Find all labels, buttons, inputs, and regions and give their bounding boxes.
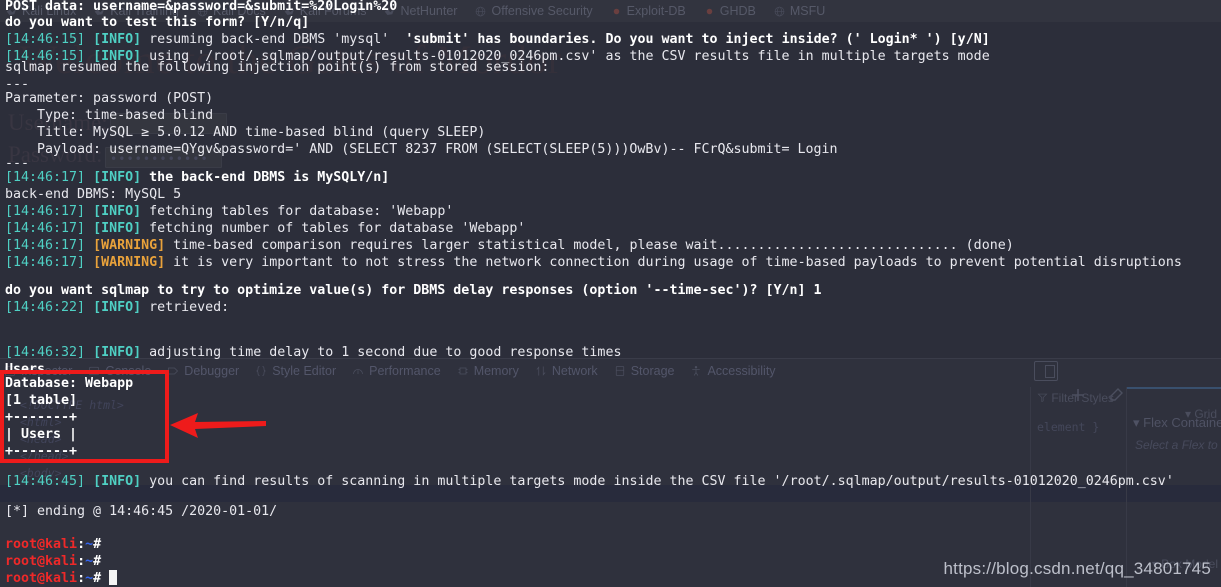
terminal-text-segment: [14:46:22]: [5, 300, 86, 315]
terminal-text-segment: you can find results of scanning in mult…: [141, 474, 1174, 489]
terminal-line: +-------+: [5, 443, 77, 460]
terminal-text-segment: [14:46:17]: [5, 204, 86, 219]
terminal-line: | Users |: [5, 426, 77, 443]
terminal-text-segment: [*] ending @ 14:46:45 /2020-01-01/: [5, 504, 278, 519]
prompt-user-host: root@kali: [5, 571, 78, 586]
terminal-line: [14:46:15] [INFO] resuming back-end DBMS…: [5, 31, 990, 48]
watermark-text: https://blog.csdn.net/qq_34801745: [943, 559, 1211, 578]
terminal-line: [14:46:17] [INFO] fetching number of tab…: [5, 220, 525, 237]
terminal-text-segment: time-based comparison requires larger st…: [165, 238, 1014, 253]
terminal-text-segment: [1 table]: [5, 393, 78, 408]
terminal-text-segment: [INFO]: [93, 474, 142, 489]
terminal-text-segment: it is very important to not stress the n…: [165, 255, 1182, 270]
terminal-text-segment: [14:46:17]: [5, 255, 86, 270]
terminal-text-segment: +-------+: [5, 410, 78, 425]
terminal-text-segment: | Users |: [5, 427, 78, 442]
terminal-text-segment: [14:46:45]: [5, 474, 86, 489]
terminal-line: [14:46:17] [WARNING] time-based comparis…: [5, 237, 1014, 254]
terminal-text-segment: [WARNING]: [93, 255, 166, 270]
prompt-separator: :: [77, 554, 86, 569]
terminal-text-segment: [14:46:17]: [5, 170, 86, 185]
prompt-symbol: #: [93, 554, 102, 569]
terminal-text-segment: [INFO]: [93, 170, 142, 185]
terminal-text-segment: Title: MySQL ≥ 5.0.12 AND time-based bli…: [5, 125, 486, 140]
terminal-text-segment: retrieved:: [141, 300, 230, 315]
terminal-line: Type: time-based blind: [5, 107, 213, 124]
terminal-line: [14:46:17] [INFO] fetching tables for da…: [5, 203, 453, 220]
terminal-text-segment: +-------+: [5, 444, 78, 459]
terminal-line: POST data: username=&password=&submit=%2…: [5, 0, 397, 15]
terminal-text-segment: 'submit' has boundaries. Do you want to …: [405, 32, 990, 47]
prompt-user-host: root@kali: [5, 537, 78, 552]
terminal-text-segment: [INFO]: [93, 221, 142, 236]
prompt-symbol: #: [93, 571, 102, 586]
terminal-line: back-end DBMS: MySQL 5: [5, 186, 181, 203]
terminal-line: [14:46:17] [WARNING] it is very importan…: [5, 254, 1182, 271]
terminal-line: [*] ending @ 14:46:45 /2020-01-01/: [5, 503, 277, 520]
terminal-text-segment: [14:46:17]: [5, 221, 86, 236]
prompt-user-host: root@kali: [5, 554, 78, 569]
prompt-symbol: #: [93, 537, 102, 552]
screenshot-root: Kali Linux Kali Training Kali Docs Kali …: [0, 0, 1221, 587]
terminal-text-segment: [INFO]: [93, 300, 142, 315]
terminal-text-segment: Database: Webapp: [5, 376, 134, 391]
terminal-text-segment: sqlmap resumed the following injection p…: [5, 60, 550, 75]
terminal-text-segment: POST data: username=&password=&submit=%2…: [5, 0, 398, 14]
text-cursor[interactable]: [109, 570, 118, 585]
terminal-text-segment: fetching number of tables for database '…: [141, 221, 526, 236]
terminal-text-segment: do you want to test this form? [Y/n/q]: [5, 15, 310, 30]
terminal-line: [14:46:45] [INFO] you can find results o…: [5, 473, 1174, 490]
prompt-separator: :: [77, 537, 86, 552]
terminal-line: sqlmap resumed the following injection p…: [5, 59, 549, 76]
prompt-path: ~: [85, 571, 94, 586]
terminal-line: do you want sqlmap to try to optimize va…: [5, 282, 822, 299]
terminal-text-segment: resuming back-end DBMS 'mysql': [141, 32, 406, 47]
terminal-text-segment: Parameter: password (POST): [5, 91, 214, 106]
terminal-line: [14:46:22] [INFO] retrieved:: [5, 299, 229, 316]
terminal-line: [14:46:32] [INFO] adjusting time delay t…: [5, 344, 621, 361]
terminal-text-segment: the back-end DBMS is MySQLY/n]: [141, 170, 390, 185]
prompt-separator: :: [77, 571, 86, 586]
terminal-line: +-------+: [5, 409, 77, 426]
terminal-text-segment: [14:46:32]: [5, 345, 86, 360]
terminal-text-segment: [14:46:17]: [5, 238, 86, 253]
terminal-text-segment: back-end DBMS: MySQL 5: [5, 187, 182, 202]
terminal-line: Title: MySQL ≥ 5.0.12 AND time-based bli…: [5, 124, 485, 141]
shell-prompt[interactable]: root@kali:~#: [5, 553, 101, 570]
terminal-text-segment: [INFO]: [93, 345, 142, 360]
terminal-text-segment: fetching tables for database: 'Webapp': [141, 204, 454, 219]
terminal-text-segment: [14:46:15]: [5, 32, 86, 47]
shell-prompt[interactable]: root@kali:~#: [5, 570, 118, 587]
terminal-text-segment: adjusting time delay to 1 second due to …: [141, 345, 622, 360]
terminal-text-segment: Type: time-based blind: [5, 108, 214, 123]
terminal-text-segment: [WARNING]: [93, 238, 166, 253]
terminal-line: Database: Webapp: [5, 375, 133, 392]
terminal-line: do you want to test this form? [Y/n/q]: [5, 14, 309, 31]
terminal-output[interactable]: POST data: username=&password=&submit=%2…: [0, 0, 1221, 587]
terminal-text-segment: do you want sqlmap to try to optimize va…: [5, 283, 822, 298]
shell-prompt[interactable]: root@kali:~#: [5, 536, 101, 553]
terminal-line: Parameter: password (POST): [5, 90, 213, 107]
prompt-path: ~: [85, 537, 94, 552]
terminal-line: Payload: username=QYgv&password=' AND (S…: [5, 141, 838, 158]
terminal-text-segment: [INFO]: [93, 204, 142, 219]
prompt-path: ~: [85, 554, 94, 569]
terminal-line: [1 table]: [5, 392, 77, 409]
terminal-line: [14:46:17] [INFO] the back-end DBMS is M…: [5, 169, 389, 186]
terminal-text-segment: [INFO]: [93, 32, 142, 47]
terminal-text-segment: Payload: username=QYgv&password=' AND (S…: [5, 142, 838, 157]
